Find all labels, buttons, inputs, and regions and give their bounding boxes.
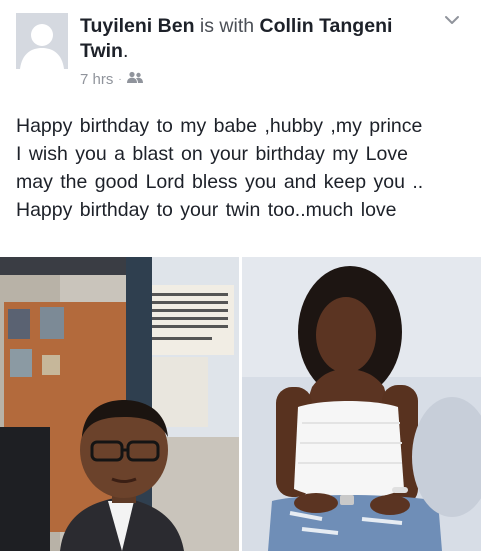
man-selfie-photo[interactable]	[0, 257, 239, 551]
post-header: Tuyileni Ben is with Collin Tangeni Twin…	[80, 14, 420, 64]
chevron-down-icon[interactable]	[440, 10, 464, 30]
woman-portrait-photo[interactable]	[242, 257, 481, 551]
author-avatar[interactable]	[16, 13, 68, 69]
friends-icon[interactable]	[126, 71, 143, 88]
post-message: Happy birthday to my babe ,hubby ,my pri…	[16, 112, 471, 224]
tagged-suffix: .	[122, 40, 129, 62]
facebook-post: Tuyileni Ben is with Collin Tangeni Twin…	[0, 0, 481, 551]
timestamp-link[interactable]: 7 hrs	[80, 71, 113, 88]
author-name-link[interactable]: Tuyileni Ben	[80, 15, 195, 37]
meta-separator: ·	[118, 74, 122, 85]
message-line-3: may the good Lord bless you and keep you…	[16, 171, 424, 193]
message-line-2: I wish you a blast on your birthday my L…	[16, 143, 408, 165]
content-divider	[0, 232, 481, 256]
with-connector-text: is with	[194, 15, 260, 37]
message-line-4: Happy birthday to your twin too..much lo…	[16, 199, 397, 221]
message-line-1: Happy birthday to my babe ,hubby ,my pri…	[16, 115, 423, 137]
post-meta: 7 hrs ·	[80, 71, 143, 88]
